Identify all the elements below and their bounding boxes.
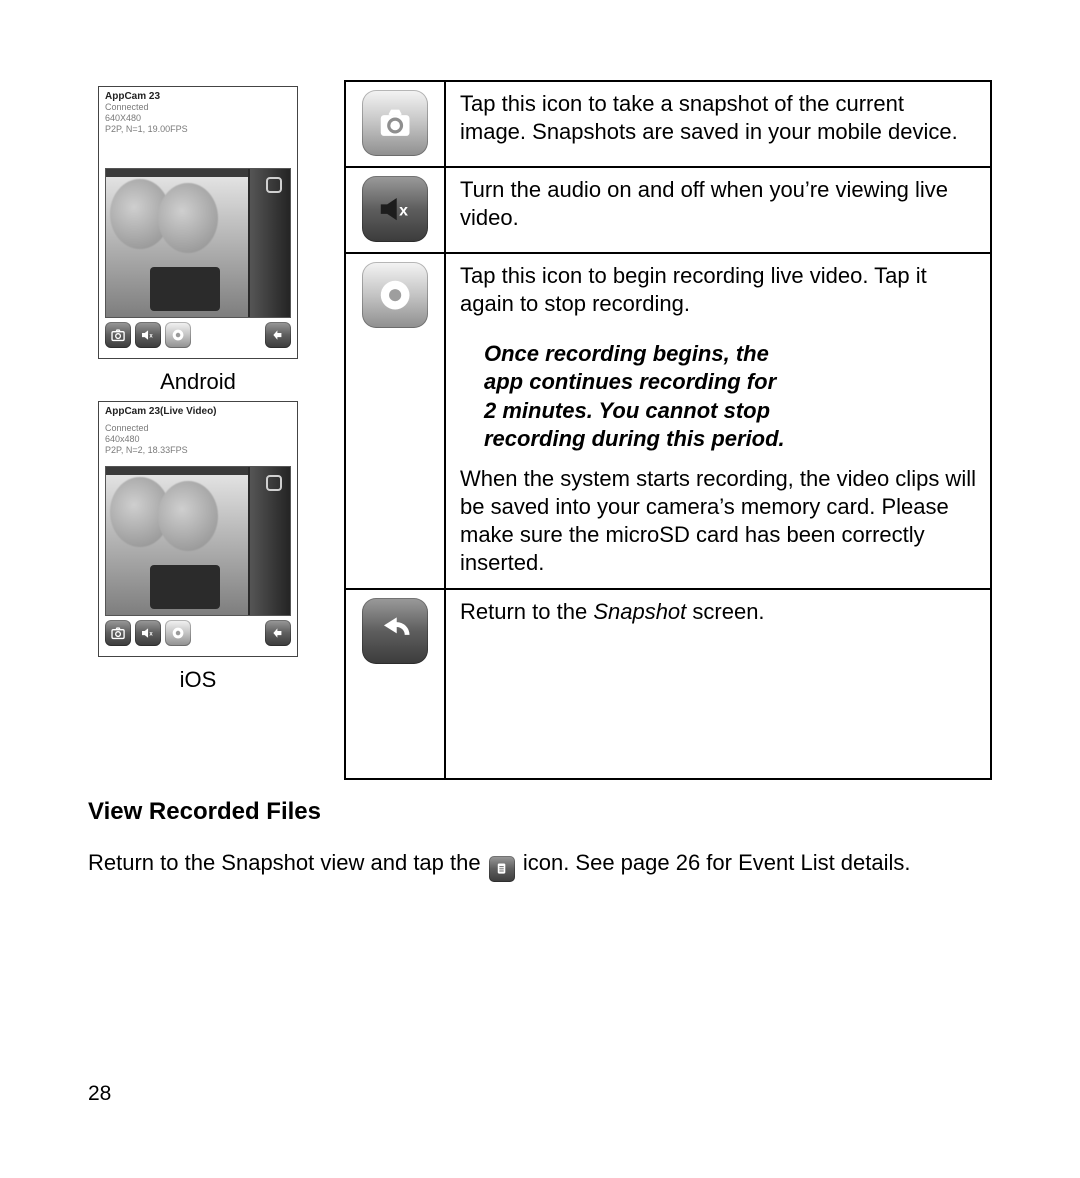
android-toolbar: x bbox=[105, 322, 291, 348]
video-indicator-icon bbox=[266, 475, 282, 491]
mute-icon: x bbox=[362, 176, 428, 242]
camera-icon[interactable] bbox=[105, 620, 131, 646]
record-description: Tap this icon to begin recording live vi… bbox=[445, 253, 991, 589]
ios-video-frame bbox=[105, 466, 291, 616]
android-video-frame bbox=[105, 168, 291, 318]
manual-page: AppCam 23 Connected 640X480 P2P, N=1, 19… bbox=[0, 0, 1080, 882]
camera-icon bbox=[362, 90, 428, 156]
event-list-icon bbox=[489, 856, 515, 882]
android-caption: Android bbox=[88, 369, 308, 395]
back-description: Return to the Snapshot screen. bbox=[445, 589, 991, 779]
table-row: Tap this icon to take a snapshot of the … bbox=[345, 81, 991, 167]
ios-caption: iOS bbox=[88, 667, 308, 693]
camera-icon[interactable] bbox=[105, 322, 131, 348]
icon-description-table: Tap this icon to take a snapshot of the … bbox=[344, 80, 992, 780]
two-column-layout: AppCam 23 Connected 640X480 P2P, N=1, 19… bbox=[88, 80, 992, 780]
screenshots-column: AppCam 23 Connected 640X480 P2P, N=1, 19… bbox=[88, 80, 308, 780]
mute-description: Turn the audio on and off when you’re vi… bbox=[445, 167, 991, 253]
table-row: Return to the Snapshot screen. bbox=[345, 589, 991, 779]
android-title: AppCam 23 bbox=[105, 91, 291, 102]
android-connected: Connected bbox=[105, 102, 291, 113]
record-icon[interactable] bbox=[165, 620, 191, 646]
icon-table-column: Tap this icon to take a snapshot of the … bbox=[344, 80, 992, 780]
svg-text:x: x bbox=[399, 202, 408, 219]
mute-icon[interactable]: x bbox=[135, 322, 161, 348]
camera-description: Tap this icon to take a snapshot of the … bbox=[445, 81, 991, 167]
record-icon[interactable] bbox=[165, 322, 191, 348]
ios-stats: P2P, N=2, 18.33FPS bbox=[105, 445, 291, 456]
ios-toolbar: x bbox=[105, 620, 291, 646]
record-text-b: When the system starts recording, the vi… bbox=[460, 466, 976, 575]
table-row: Tap this icon to begin recording live vi… bbox=[345, 253, 991, 589]
page-number: 28 bbox=[88, 1082, 111, 1106]
back-icon[interactable] bbox=[265, 322, 291, 348]
section-body: Return to the Snapshot view and tap the … bbox=[88, 848, 992, 882]
record-icon bbox=[362, 262, 428, 328]
ios-connected: Connected bbox=[105, 423, 291, 434]
record-text-a: Tap this icon to begin recording live vi… bbox=[460, 263, 927, 316]
section-heading: View Recorded Files bbox=[88, 798, 992, 826]
record-note: Once recording begins, the app continues… bbox=[484, 340, 956, 453]
svg-text:x: x bbox=[149, 334, 153, 340]
ios-resolution: 640x480 bbox=[105, 434, 291, 445]
ios-title: AppCam 23(Live Video) bbox=[105, 406, 291, 417]
back-icon[interactable] bbox=[265, 620, 291, 646]
video-indicator-icon bbox=[266, 177, 282, 193]
table-row: x Turn the audio on and off when you’re … bbox=[345, 167, 991, 253]
svg-text:x: x bbox=[149, 631, 153, 637]
android-stats: P2P, N=1, 19.00FPS bbox=[105, 124, 291, 135]
ios-screenshot: AppCam 23(Live Video) Connected 640x480 … bbox=[98, 401, 298, 656]
back-icon bbox=[362, 598, 428, 664]
mute-icon[interactable]: x bbox=[135, 620, 161, 646]
android-screenshot: AppCam 23 Connected 640X480 P2P, N=1, 19… bbox=[98, 86, 298, 359]
android-resolution: 640X480 bbox=[105, 113, 291, 124]
